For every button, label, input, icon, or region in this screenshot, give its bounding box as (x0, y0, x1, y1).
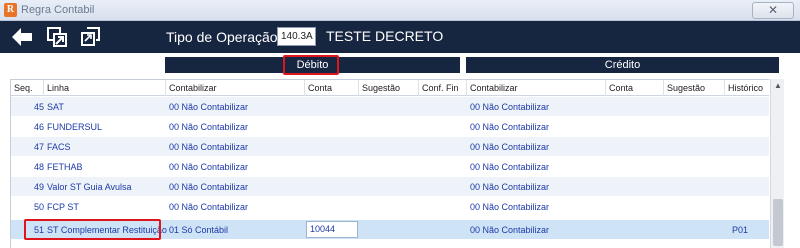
cell-debit-contabilizar[interactable]: 00 Não Contabilizar (169, 142, 248, 152)
debit-conta-input[interactable]: 10044 (306, 221, 358, 238)
back-arrow-icon[interactable] (9, 24, 35, 50)
cell-credit-contabilizar[interactable]: 00 Não Contabilizar (470, 102, 549, 112)
column-divider (466, 80, 467, 96)
table-row[interactable]: 45 SAT 00 Não Contabilizar 00 Não Contab… (11, 97, 769, 116)
col-header-linha[interactable]: Linha (47, 83, 69, 93)
operation-type-label: Tipo de Operação (166, 29, 278, 45)
cell-debit-contabilizar[interactable]: 01 Só Contábil (169, 225, 228, 235)
col-header-debit-contabilizar[interactable]: Contabilizar (169, 83, 217, 93)
cell-credit-historico[interactable]: P01 (732, 225, 748, 235)
toolbar: Tipo de Operação 140.3A TESTE DECRETO (0, 21, 800, 53)
app-logo-icon: R (4, 3, 17, 17)
col-header-credit-conta[interactable]: Conta (609, 83, 633, 93)
window-title: Regra Contabil (21, 4, 95, 16)
column-divider (605, 80, 606, 96)
column-divider (418, 80, 419, 96)
credit-section-header: Crédito (466, 57, 779, 73)
col-header-debit-sugestao[interactable]: Sugestão (362, 83, 400, 93)
cell-credit-contabilizar[interactable]: 00 Não Contabilizar (470, 225, 549, 235)
cell-seq: 48 (33, 162, 44, 172)
cell-debit-contabilizar[interactable]: 00 Não Contabilizar (169, 182, 248, 192)
scrollbar-thumb[interactable] (773, 199, 783, 246)
column-divider (358, 80, 359, 96)
row-highlight-box (24, 219, 161, 240)
cell-credit-contabilizar[interactable]: 00 Não Contabilizar (470, 122, 549, 132)
table-row[interactable]: 50 FCP ST 00 Não Contabilizar 00 Não Con… (11, 197, 769, 216)
cell-seq: 49 (33, 182, 44, 192)
table-row[interactable]: 47 FACS 00 Não Contabilizar 00 Não Conta… (11, 137, 769, 156)
table-row[interactable]: 48 FETHAB 00 Não Contabilizar 00 Não Con… (11, 157, 769, 176)
cell-seq: 45 (33, 102, 44, 112)
cell-credit-contabilizar[interactable]: 00 Não Contabilizar (470, 202, 549, 212)
col-header-debit-conta[interactable]: Conta (308, 83, 332, 93)
window-titlebar: R Regra Contabil ✕ (0, 0, 800, 21)
cell-seq: 47 (33, 142, 44, 152)
table-row[interactable]: 49 Valor ST Guia Avulsa 00 Não Contabili… (11, 177, 769, 196)
col-header-credit-historico[interactable]: Histórico (728, 83, 763, 93)
debit-highlight-box (283, 55, 339, 75)
cell-credit-contabilizar[interactable]: 00 Não Contabilizar (470, 142, 549, 152)
column-divider (663, 80, 664, 96)
cell-linha: FETHAB (47, 162, 83, 172)
cell-linha: FUNDERSUL (47, 122, 103, 132)
cell-debit-contabilizar[interactable]: 00 Não Contabilizar (169, 162, 248, 172)
cell-linha: FACS (47, 142, 71, 152)
cell-seq: 46 (33, 122, 44, 132)
operation-code-field[interactable]: 140.3A (277, 27, 316, 46)
operation-description: TESTE DECRETO (326, 28, 444, 44)
col-header-credit-contabilizar[interactable]: Contabilizar (470, 83, 518, 93)
copy-icon[interactable] (78, 24, 104, 50)
cell-debit-contabilizar[interactable]: 00 Não Contabilizar (169, 202, 248, 212)
close-button[interactable]: ✕ (752, 2, 794, 19)
scroll-up-arrow-icon[interactable]: ▲ (771, 79, 785, 93)
col-header-debit-conf-fin[interactable]: Conf. Fin (422, 83, 459, 93)
cell-linha: FCP ST (47, 202, 79, 212)
table-row[interactable]: 46 FUNDERSUL 00 Não Contabilizar 00 Não … (11, 117, 769, 136)
export-icon[interactable] (44, 24, 70, 50)
cell-credit-contabilizar[interactable]: 00 Não Contabilizar (470, 162, 549, 172)
cell-seq: 50 (33, 202, 44, 212)
cell-linha: SAT (47, 102, 64, 112)
grid-header: Seq. Linha Contabilizar Conta Sugestão C… (11, 80, 769, 96)
col-header-seq[interactable]: Seq. (14, 83, 33, 93)
column-divider (304, 80, 305, 96)
column-divider (43, 80, 44, 96)
cell-debit-contabilizar[interactable]: 00 Não Contabilizar (169, 102, 248, 112)
cell-credit-contabilizar[interactable]: 00 Não Contabilizar (470, 182, 549, 192)
cell-debit-contabilizar[interactable]: 00 Não Contabilizar (169, 122, 248, 132)
column-divider (724, 80, 725, 96)
col-header-credit-sugestao[interactable]: Sugestão (667, 83, 705, 93)
vertical-scrollbar[interactable]: ▲ (770, 79, 784, 248)
column-divider (165, 80, 166, 96)
cell-linha: Valor ST Guia Avulsa (47, 182, 132, 192)
